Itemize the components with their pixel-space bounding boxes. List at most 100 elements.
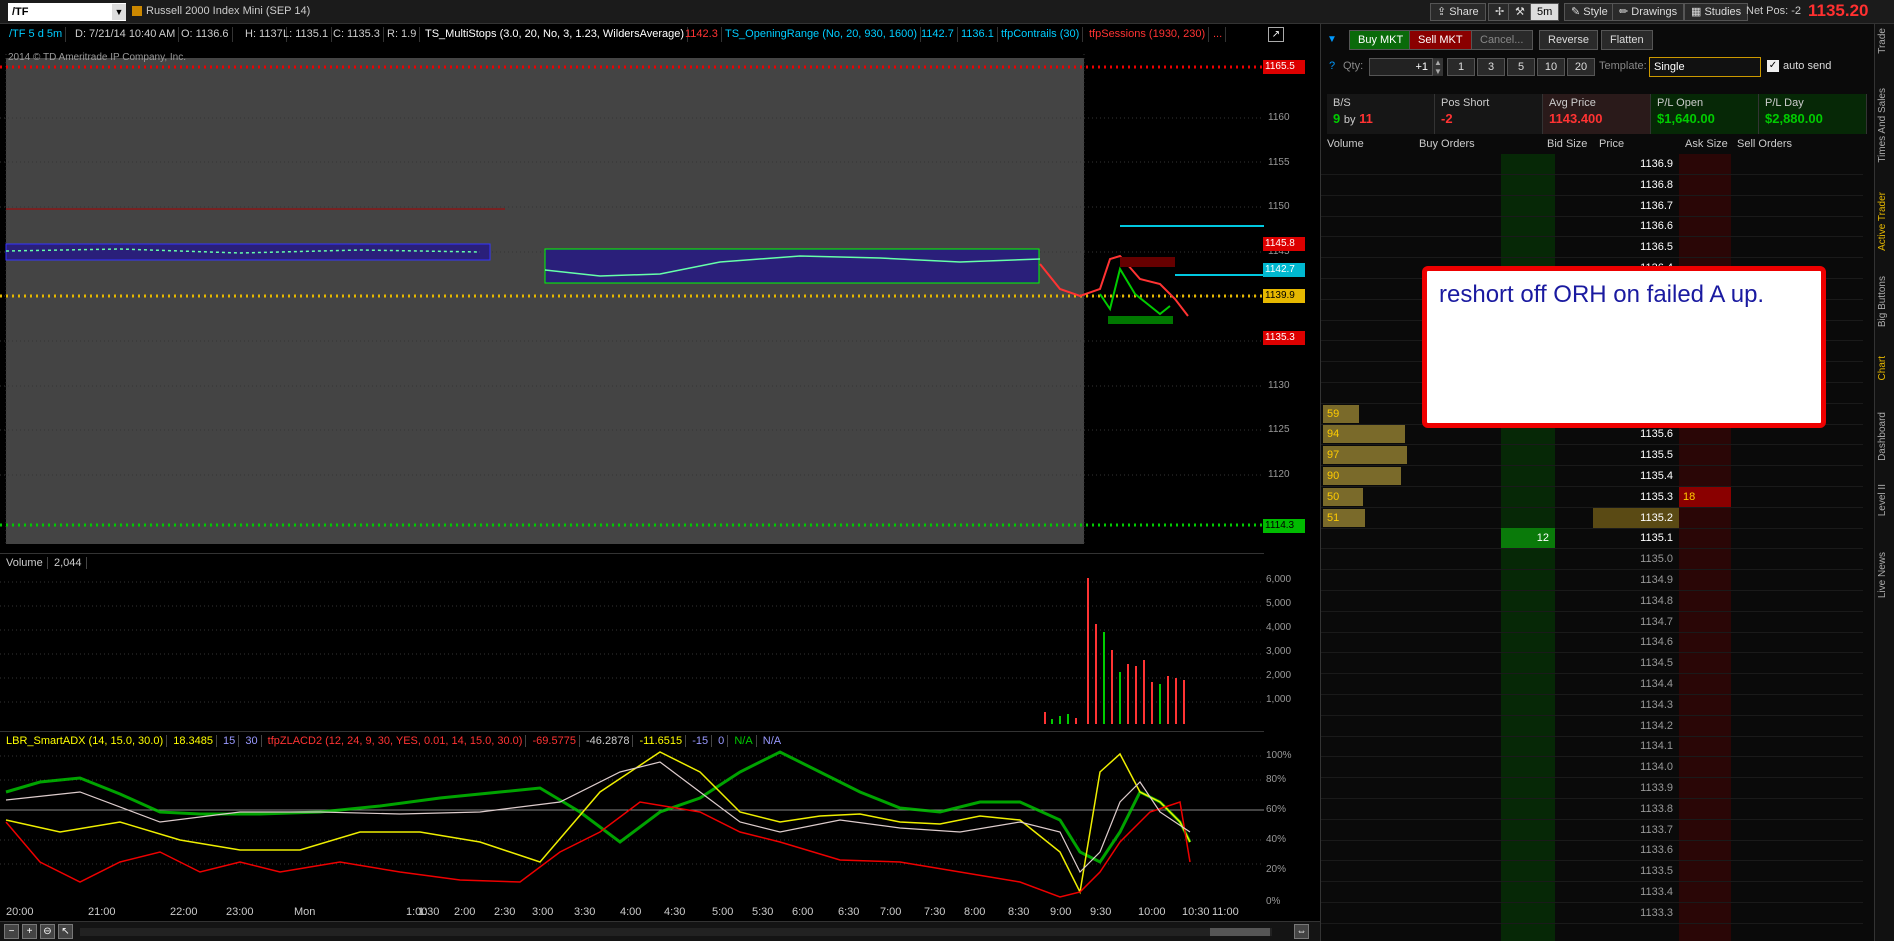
zoom-fit-icon[interactable]: ⊖ bbox=[40, 924, 55, 939]
ladder-bid-size[interactable] bbox=[1501, 216, 1555, 236]
ladder-price[interactable]: 1134.2 bbox=[1593, 716, 1679, 736]
ladder-price[interactable]: 1134.7 bbox=[1593, 612, 1679, 632]
ladder-bid-size[interactable] bbox=[1501, 695, 1555, 715]
ladder-ask-size[interactable] bbox=[1679, 799, 1731, 819]
sell-mkt-button[interactable]: Sell MKT bbox=[1409, 30, 1472, 50]
zoom-out-icon[interactable]: − bbox=[4, 924, 19, 939]
ladder-row[interactable]: 1136.8 bbox=[1321, 175, 1863, 196]
multistops-study[interactable]: TS_MultiStops (3.0, 20, No, 3, 1.23, Wil… bbox=[422, 27, 689, 42]
qty-preset-1[interactable]: 1 bbox=[1447, 58, 1475, 76]
ladder-price[interactable]: 1134.4 bbox=[1593, 674, 1679, 694]
ladder-row[interactable]: 1134.2 bbox=[1321, 716, 1863, 737]
zoom-in-icon[interactable]: + bbox=[22, 924, 37, 939]
qty-preset-10[interactable]: 10 bbox=[1537, 58, 1565, 76]
ladder-row[interactable]: 1136.7 bbox=[1321, 196, 1863, 217]
side-tab[interactable]: Trade bbox=[1877, 28, 1888, 54]
ladder-bid-size[interactable] bbox=[1501, 882, 1555, 902]
ladder-row[interactable]: 1136.6 bbox=[1321, 216, 1863, 238]
ladder-bid-size[interactable] bbox=[1501, 591, 1555, 611]
ladder-price[interactable]: 1135.0 bbox=[1593, 549, 1679, 569]
ladder-row[interactable]: 90 1135.4 bbox=[1321, 466, 1863, 487]
ladder-ask-size[interactable] bbox=[1679, 237, 1731, 257]
ladder-bid-size[interactable] bbox=[1501, 154, 1555, 174]
ladder-ask-size[interactable] bbox=[1679, 445, 1731, 465]
ladder-price[interactable]: 1134.0 bbox=[1593, 757, 1679, 777]
ladder-price[interactable]: 1133.7 bbox=[1593, 820, 1679, 840]
ladder-price[interactable]: 1136.8 bbox=[1593, 175, 1679, 195]
ladder-row[interactable]: 1134.1 bbox=[1321, 736, 1863, 758]
ladder-ask-size[interactable] bbox=[1679, 757, 1731, 777]
ladder-row[interactable]: 1133.5 bbox=[1321, 861, 1863, 883]
side-tab[interactable]: Chart bbox=[1877, 356, 1888, 380]
ladder-row[interactable]: 12 1135.1 bbox=[1321, 528, 1863, 550]
ladder-row[interactable]: 97 1135.5 bbox=[1321, 445, 1863, 467]
side-tab[interactable]: Live News bbox=[1877, 552, 1888, 598]
ladder-row[interactable]: 1133.4 bbox=[1321, 882, 1863, 903]
ladder-price[interactable]: 1136.6 bbox=[1593, 216, 1679, 236]
ladder-ask-size[interactable] bbox=[1679, 528, 1731, 548]
ladder-ask-size[interactable] bbox=[1679, 549, 1731, 569]
ladder-row[interactable]: 1133.3 bbox=[1321, 903, 1863, 924]
ladder-bid-size[interactable] bbox=[1501, 570, 1555, 590]
ladder-row[interactable]: 1134.5 bbox=[1321, 653, 1863, 675]
symbol-dropdown-icon[interactable]: ▼ bbox=[112, 4, 126, 20]
ladder-bid-size[interactable] bbox=[1501, 175, 1555, 195]
qty-preset-20[interactable]: 20 bbox=[1567, 58, 1595, 76]
ladder-bid-size[interactable] bbox=[1501, 820, 1555, 840]
ladder-bid-size[interactable] bbox=[1501, 549, 1555, 569]
opening-range-study[interactable]: TS_OpeningRange (No, 20, 930, 1600) bbox=[722, 27, 922, 42]
ladder-price[interactable]: 1135.3 bbox=[1593, 487, 1679, 507]
scroll-thumb[interactable] bbox=[1210, 928, 1270, 936]
ladder-bid-size[interactable] bbox=[1501, 196, 1555, 216]
ladder-bid-size[interactable] bbox=[1501, 466, 1555, 486]
ladder-ask-size[interactable] bbox=[1679, 840, 1731, 860]
ladder-row[interactable]: 1133.7 bbox=[1321, 820, 1863, 841]
ladder-ask-size[interactable] bbox=[1679, 778, 1731, 798]
chart-settings-icon[interactable]: ↗ bbox=[1268, 27, 1284, 42]
ladder-ask-size[interactable] bbox=[1679, 716, 1731, 736]
ladder-bid-size[interactable] bbox=[1501, 861, 1555, 881]
qty-preset-5[interactable]: 5 bbox=[1507, 58, 1535, 76]
ladder-ask-size[interactable] bbox=[1679, 674, 1731, 694]
horizontal-scrollbar[interactable] bbox=[80, 928, 1272, 936]
ladder-bid-size[interactable] bbox=[1501, 487, 1555, 507]
ladder-row[interactable]: 1134.4 bbox=[1321, 674, 1863, 695]
qty-spinner-icon[interactable]: ▲ ▼ bbox=[1433, 58, 1443, 76]
ladder-bid-size[interactable] bbox=[1501, 612, 1555, 632]
ladder-price[interactable]: 1133.3 bbox=[1593, 903, 1679, 923]
ladder-ask-size[interactable] bbox=[1679, 632, 1731, 652]
ladder-ask-size[interactable] bbox=[1679, 591, 1731, 611]
ladder-row[interactable]: 1136.5 bbox=[1321, 237, 1863, 259]
ladder-ask-size[interactable] bbox=[1679, 861, 1731, 881]
pointer-icon[interactable]: ↖ bbox=[58, 924, 73, 939]
qty-input[interactable]: +1 bbox=[1369, 58, 1433, 76]
ladder-row[interactable]: 1133.8 bbox=[1321, 799, 1863, 820]
ladder-ask-size[interactable] bbox=[1679, 612, 1731, 632]
buy-mkt-button[interactable]: Buy MKT bbox=[1349, 30, 1413, 50]
side-tab[interactable]: Dashboard bbox=[1877, 412, 1888, 461]
ladder-bid-size[interactable] bbox=[1501, 903, 1555, 923]
ladder-price[interactable]: 1133.9 bbox=[1593, 778, 1679, 798]
ladder-price[interactable]: 1135.2 bbox=[1593, 507, 1679, 528]
ladder-ask-size[interactable] bbox=[1679, 695, 1731, 715]
ladder-price[interactable]: 1133.5 bbox=[1593, 861, 1679, 881]
ladder-row[interactable]: 1134.8 bbox=[1321, 591, 1863, 612]
ladder-price[interactable]: 1135.4 bbox=[1593, 466, 1679, 486]
reverse-button[interactable]: Reverse bbox=[1539, 30, 1598, 50]
ladder-ask-size[interactable] bbox=[1679, 653, 1731, 673]
ladder-ask-size[interactable] bbox=[1679, 175, 1731, 195]
flatten-button[interactable]: Flatten bbox=[1601, 30, 1653, 50]
collapse-icon[interactable]: ▼ bbox=[1327, 34, 1337, 45]
side-tab[interactable]: Level II bbox=[1877, 484, 1888, 516]
expand-icon[interactable]: ⇔ bbox=[1294, 924, 1309, 939]
ladder-bid-size[interactable] bbox=[1501, 632, 1555, 652]
ladder-price[interactable]: 1136.7 bbox=[1593, 196, 1679, 216]
ladder-price[interactable]: 1134.1 bbox=[1593, 736, 1679, 756]
ladder-price[interactable]: 1133.8 bbox=[1593, 799, 1679, 819]
ladder-bid-size[interactable]: 12 bbox=[1501, 528, 1555, 549]
ladder-bid-size[interactable] bbox=[1501, 840, 1555, 860]
ladder-price[interactable]: 1133.6 bbox=[1593, 840, 1679, 860]
indicator-panel[interactable]: LBR_SmartADX (14, 15.0, 30.0) 18.3485 15… bbox=[0, 731, 1264, 905]
ladder-bid-size[interactable] bbox=[1501, 237, 1555, 257]
ladder-bid-size[interactable] bbox=[1501, 757, 1555, 777]
